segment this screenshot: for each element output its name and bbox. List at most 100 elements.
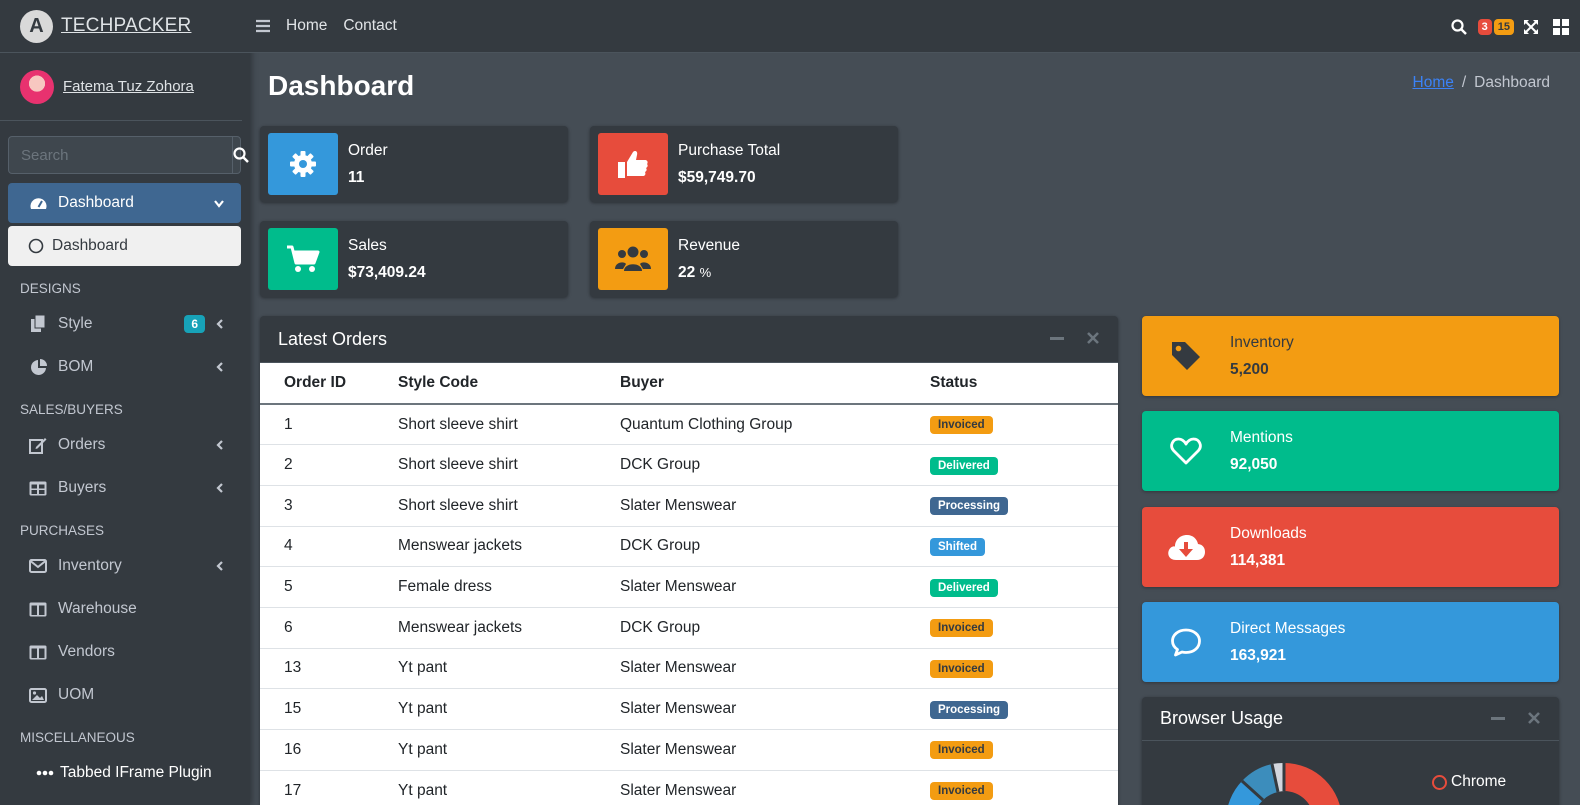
style-code: Yt pant	[398, 648, 620, 690]
status-badge: Processing	[930, 497, 1008, 516]
sidebar-item-iframe[interactable]: Tabbed IFrame Plugin	[8, 753, 241, 793]
buyer: DCK Group	[620, 526, 930, 568]
table-row[interactable]: 16 Yt pant Slater Menswear Invoiced	[260, 729, 1118, 771]
table-row[interactable]: 13 Yt pant Slater Menswear Invoiced	[260, 648, 1118, 690]
table-row[interactable]: 17 Yt pant Slater Menswear Invoiced	[260, 770, 1118, 805]
status-badge: Invoiced	[930, 416, 993, 435]
sidebar-item-vendors[interactable]: Vendors	[8, 632, 241, 672]
minimize-icon[interactable]	[1491, 711, 1505, 730]
style-code: Yt pant	[398, 688, 620, 730]
info-label: Purchase Total	[678, 141, 781, 159]
close-icon[interactable]	[1086, 331, 1100, 350]
table-row[interactable]: 6 Menswear jackets DCK Group Invoiced	[260, 607, 1118, 649]
orders-table: Order ID Style Code Buyer Status 1 Short …	[260, 363, 1118, 805]
nav-contact-link[interactable]: Contact	[343, 17, 396, 35]
order-id[interactable]: 17	[260, 770, 398, 805]
order-id[interactable]: 5	[260, 566, 398, 608]
shopping-cart-icon	[268, 228, 338, 290]
sidebar-item-style[interactable]: Style 6	[8, 304, 241, 344]
stat-box-mentions: Mentions 92,050	[1142, 411, 1559, 491]
buyer: Slater Menswear	[620, 485, 930, 527]
table-icon	[28, 481, 48, 496]
order-id[interactable]: 2	[260, 444, 398, 486]
sidebar-item-dashboard[interactable]: Dashboard	[8, 183, 241, 223]
thumbs-up-icon	[598, 133, 668, 195]
hamburger-menu-icon[interactable]	[256, 19, 270, 33]
close-icon[interactable]	[1527, 711, 1541, 730]
card-header: Latest Orders	[260, 316, 1118, 363]
nav-header-sales: SALES/BUYERS	[20, 402, 123, 417]
table-row[interactable]: 5 Female dress Slater Menswear Delivered	[260, 566, 1118, 608]
sidebar-subitem-label: Dashboard	[52, 237, 128, 254]
navbar-search-icon[interactable]	[1442, 18, 1476, 35]
stat-value: 114,381	[1230, 551, 1286, 569]
sidebar-item-label: Style	[58, 315, 93, 332]
grid-icon[interactable]	[1548, 18, 1574, 35]
minimize-icon[interactable]	[1050, 331, 1064, 350]
comment-icon	[1142, 627, 1230, 657]
buyer: Slater Menswear	[620, 688, 930, 730]
breadcrumb-separator: /	[1461, 74, 1467, 91]
top-navbar: Home Contact 3 15	[250, 0, 1580, 53]
nav-home-link[interactable]: Home	[286, 17, 327, 35]
style-code: Short sleeve shirt	[398, 485, 620, 527]
sidebar-item-label: Inventory	[58, 557, 122, 574]
info-box-sales: Sales $73,409.24	[260, 221, 568, 297]
legend-label: Chrome	[1451, 773, 1507, 790]
chevron-down-icon	[213, 196, 225, 214]
info-label: Revenue	[678, 236, 741, 254]
card-tools	[1050, 331, 1100, 350]
order-id[interactable]: 15	[260, 688, 398, 730]
messages-badge[interactable]: 3	[1477, 18, 1492, 35]
style-count-badge: 6	[184, 315, 205, 333]
sidebar-item-inventory[interactable]: Inventory	[8, 546, 241, 586]
user-panel: Fatema Tuz Zohora	[0, 53, 242, 121]
chevron-left-icon	[215, 317, 225, 335]
brand-link[interactable]: A TECHPACKER	[0, 0, 250, 53]
table-row[interactable]: 4 Menswear jackets DCK Group Shifted	[260, 526, 1118, 568]
sidebar-item-label: Buyers	[58, 479, 107, 496]
info-label: Sales	[348, 236, 387, 254]
sidebar-item-label: BOM	[58, 358, 94, 375]
brand-name[interactable]: TECHPACKER	[61, 15, 191, 37]
card-title: Latest Orders	[278, 328, 388, 349]
notifications-badge[interactable]: 15	[1493, 18, 1514, 35]
chevron-left-icon	[215, 438, 225, 456]
table-row[interactable]: 3 Short sleeve shirt Slater Menswear Proces…	[260, 485, 1118, 527]
sidebar-item-label: Vendors	[58, 643, 115, 660]
cog-icon	[268, 133, 338, 195]
fullscreen-icon[interactable]	[1514, 19, 1548, 35]
search-input[interactable]	[9, 137, 232, 173]
status-badge: Invoiced	[930, 619, 993, 638]
heart-icon	[1142, 437, 1230, 465]
gauge-icon	[28, 195, 48, 211]
order-id[interactable]: 4	[260, 526, 398, 568]
order-id[interactable]: 6	[260, 607, 398, 649]
copy-icon	[28, 315, 48, 333]
sidebar-item-buyers[interactable]: Buyers	[8, 468, 241, 508]
style-code: Short sleeve shirt	[398, 404, 620, 446]
search-button[interactable]	[232, 137, 249, 173]
table-row[interactable]: 1 Short sleeve shirt Quantum Clothing Grou…	[260, 404, 1118, 446]
breadcrumb-home-link[interactable]: Home	[1413, 74, 1454, 91]
sidebar-item-bom[interactable]: BOM	[8, 347, 241, 387]
sidebar-item-warehouse[interactable]: Warehouse	[8, 589, 241, 629]
sidebar-item-label: Orders	[58, 436, 106, 453]
stat-value: 163,921	[1230, 646, 1287, 664]
user-name-link[interactable]: Fatema Tuz Zohora	[63, 78, 194, 95]
nav-header-purchases: PURCHASES	[20, 523, 105, 538]
info-box-order: Order 11	[260, 126, 568, 202]
table-row[interactable]: 2 Short sleeve shirt DCK Group Delivered	[260, 444, 1118, 486]
nav-header-designs: DESIGNS	[20, 281, 81, 296]
search-icon	[233, 147, 249, 163]
sidebar-subitem-dashboard[interactable]: Dashboard	[8, 226, 241, 266]
order-id[interactable]: 13	[260, 648, 398, 690]
sidebar-item-uom[interactable]: UOM	[8, 675, 241, 715]
order-id[interactable]: 3	[260, 485, 398, 527]
sidebar-item-orders[interactable]: Orders	[8, 425, 241, 465]
browser-usage-card: Browser Usage Chrome	[1142, 697, 1559, 805]
table-row[interactable]: 15 Yt pant Slater Menswear Processing	[260, 688, 1118, 730]
sidebar: A TECHPACKER Fatema Tuz Zohora Dashboard…	[0, 0, 250, 805]
order-id[interactable]: 16	[260, 729, 398, 771]
order-id[interactable]: 1	[260, 404, 398, 446]
